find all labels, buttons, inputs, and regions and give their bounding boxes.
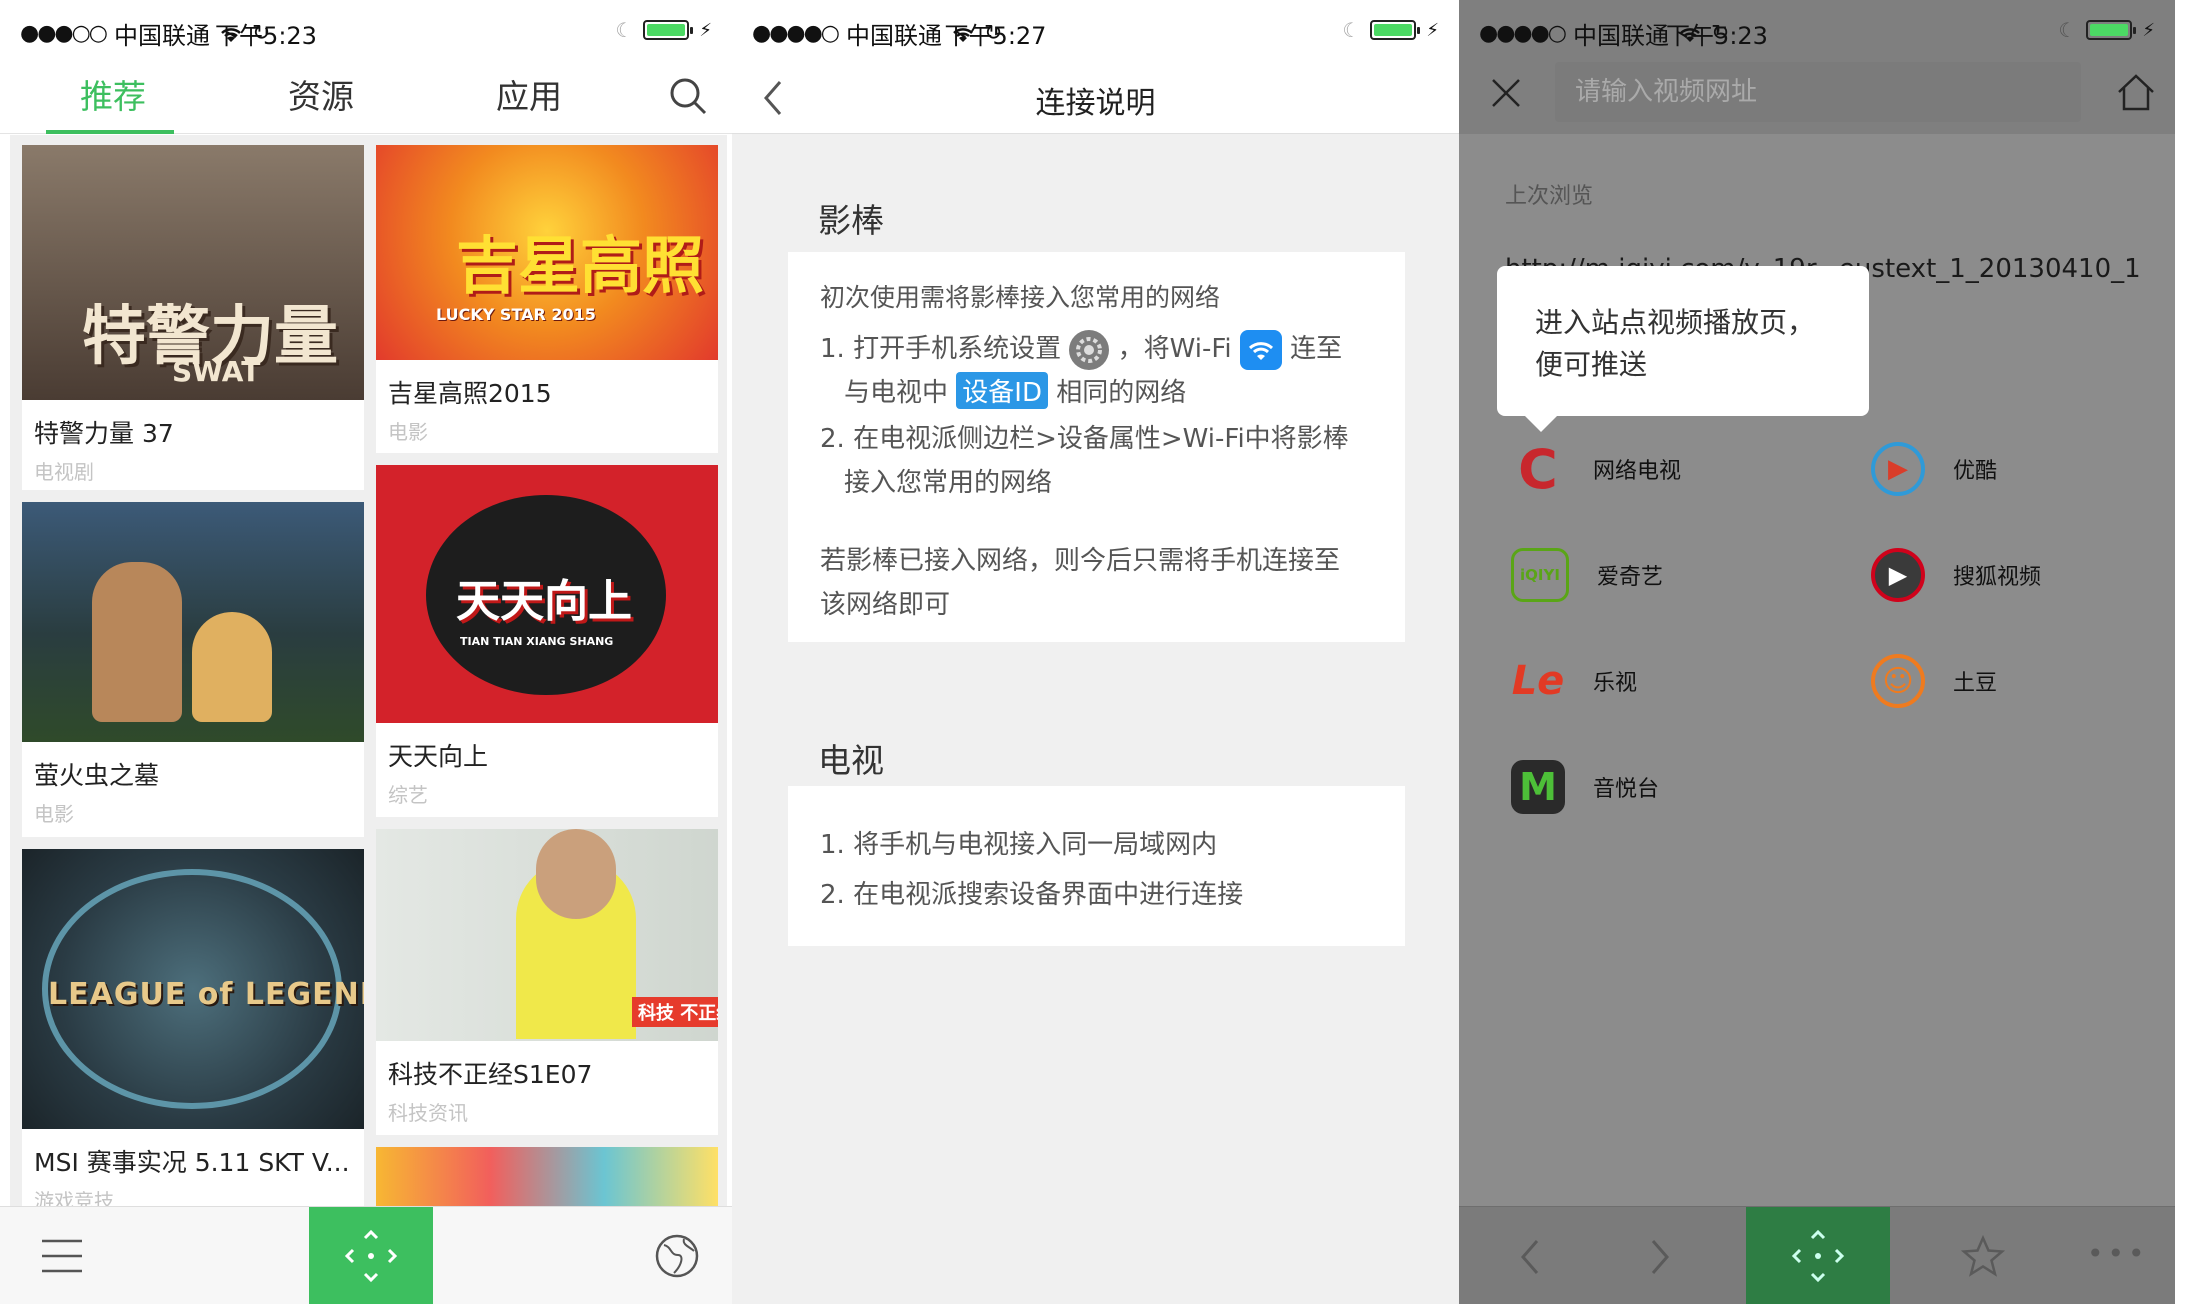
charging-icon: ⚡ bbox=[699, 19, 712, 41]
yinyuetai-icon: M bbox=[1511, 760, 1565, 814]
cntv-icon: C bbox=[1518, 437, 1558, 501]
browser-forward-icon[interactable] bbox=[1649, 1237, 1671, 1277]
video-card[interactable] bbox=[376, 1147, 718, 1207]
more-icon[interactable]: ••• bbox=[2087, 1237, 2149, 1270]
clock: 下午5:23 bbox=[215, 22, 317, 50]
tab-resources[interactable]: 资源 bbox=[288, 70, 354, 126]
video-card[interactable]: 吉星高照 LUCKY STAR 2015 吉星高照2015 电影 bbox=[376, 145, 718, 453]
page-title: 连接说明 bbox=[1035, 86, 1156, 121]
browser-toolbar: ••• bbox=[1459, 1206, 2175, 1304]
video-thumbnail: 天天向上 TIAN TIAN XIANG SHANG bbox=[376, 465, 718, 723]
youku-icon: ▶ bbox=[1871, 442, 1925, 496]
video-category: 电影 bbox=[388, 420, 428, 444]
app-screens: ●●●○○ 中国联通 ↻ 下午5:23 ☾ ⚡ 推荐 资源 应用 特警力量 SW… bbox=[0, 0, 2187, 1304]
video-title: 萤火虫之墓 bbox=[34, 761, 160, 790]
bottom-toolbar bbox=[0, 1206, 732, 1304]
site-iqiyi[interactable]: iQIYI 爱奇艺 bbox=[1511, 548, 1663, 602]
wifi-settings-icon bbox=[1239, 329, 1282, 370]
video-category: 科技资讯 bbox=[388, 1101, 468, 1125]
section-title-stick: 影棒 bbox=[818, 201, 884, 240]
moon-icon: ☾ bbox=[615, 18, 634, 42]
video-card[interactable]: 萤火虫之墓 电影 bbox=[22, 502, 364, 837]
charging-icon: ⚡ bbox=[2142, 19, 2155, 41]
site-youku[interactable]: ▶ 优酷 bbox=[1871, 442, 1997, 496]
clock: 下午5:23 bbox=[1666, 22, 1768, 50]
close-icon[interactable] bbox=[1489, 76, 1523, 110]
star-icon[interactable] bbox=[1961, 1235, 2005, 1277]
search-icon[interactable] bbox=[666, 74, 710, 118]
video-thumbnail: 科技 不正经 bbox=[376, 829, 718, 1041]
letv-icon: Le bbox=[1511, 658, 1565, 704]
site-yinyuetai[interactable]: M 音悦台 bbox=[1511, 760, 1659, 814]
video-thumbnail bbox=[22, 502, 364, 742]
status-bar: ●●●○○ 中国联通 ↻ 下午5:23 ☾ ⚡ bbox=[0, 0, 732, 62]
connection-guide-screen: ●●●●○ 中国联通 ↻ 下午5:27 ☾ ⚡ 连接说明 影棒 初次使用需将影棒… bbox=[732, 0, 1459, 1304]
sohu-icon: ▶ bbox=[1871, 548, 1925, 602]
globe-icon[interactable] bbox=[654, 1233, 700, 1279]
tab-apps[interactable]: 应用 bbox=[496, 70, 562, 126]
site-tudou[interactable]: ☺ 土豆 bbox=[1871, 654, 1997, 708]
status-bar: ●●●●○ 中国联通 ↻ 下午5:27 ☾ ⚡ bbox=[732, 0, 1459, 62]
iqiyi-icon: iQIYI bbox=[1511, 548, 1569, 602]
device-id-badge: 设备ID bbox=[956, 372, 1048, 409]
dpad-icon bbox=[344, 1229, 398, 1283]
dpad-icon bbox=[1791, 1229, 1845, 1283]
video-title: 吉星高照2015 bbox=[388, 379, 552, 408]
video-thumbnail: 特警力量 SWAT bbox=[22, 145, 364, 400]
video-category: 电视剧 bbox=[34, 460, 94, 484]
video-category: 综艺 bbox=[388, 783, 428, 807]
browser-screen: ●●●●○ 中国联通 ↻ 下午5:23 ☾ ⚡ 上次浏览 http://m.iq… bbox=[1459, 0, 2175, 1304]
video-title: 科技不正经S1E07 bbox=[388, 1060, 593, 1089]
video-title: MSI 赛事实况 5.11 SKT V... bbox=[34, 1148, 350, 1177]
browser-back-icon[interactable] bbox=[1519, 1237, 1541, 1277]
video-title: 天天向上 bbox=[388, 742, 489, 771]
tab-recommend[interactable]: 推荐 bbox=[80, 70, 146, 126]
nav-bar: 连接说明 bbox=[732, 62, 1459, 134]
status-bar: ●●●●○ 中国联通 ↻ 下午5:23 ☾ ⚡ bbox=[1459, 0, 2175, 62]
push-hint-tooltip: 进入站点视频播放页，便可推送 bbox=[1497, 266, 1869, 432]
tv-instructions: 1. 将手机与电视接入同一局域网内 2. 在电视派搜索设备界面中进行连接 bbox=[788, 786, 1405, 946]
battery-icon bbox=[2086, 20, 2137, 40]
active-tab-indicator bbox=[46, 130, 174, 134]
site-letv[interactable]: Le 乐视 bbox=[1511, 654, 1637, 708]
remote-control-button[interactable] bbox=[309, 1207, 433, 1304]
section-title-tv: 电视 bbox=[818, 741, 884, 780]
top-tabs: 推荐 资源 应用 bbox=[0, 62, 732, 134]
content-grid: 特警力量 SWAT 特警力量 37 电视剧 萤火虫之墓 电影 LEAGUE of… bbox=[10, 135, 727, 1207]
stick-instructions: 初次使用需将影棒接入您常用的网络 1. 打开手机系统设置 ，将Wi-Fi 连至 … bbox=[788, 252, 1405, 642]
video-category: 电影 bbox=[34, 802, 74, 826]
video-thumbnail: LEAGUE of LEGENDS bbox=[22, 849, 364, 1129]
video-thumbnail: 吉星高照 LUCKY STAR 2015 bbox=[376, 145, 718, 360]
video-card[interactable]: 科技 不正经 科技不正经S1E07 科技资讯 bbox=[376, 829, 718, 1135]
video-card[interactable]: 天天向上 TIAN TIAN XIANG SHANG 天天向上 综艺 bbox=[376, 465, 718, 817]
video-card[interactable]: LEAGUE of LEGENDS MSI 赛事实况 5.11 SKT V...… bbox=[22, 849, 364, 1207]
moon-icon: ☾ bbox=[2058, 18, 2077, 42]
url-input[interactable] bbox=[1555, 62, 2081, 122]
battery-icon bbox=[643, 20, 694, 40]
settings-gear-icon bbox=[1069, 329, 1110, 370]
clock: 下午5:27 bbox=[944, 22, 1047, 50]
moon-icon: ☾ bbox=[1342, 18, 1361, 42]
video-category: 游戏竞技 bbox=[34, 1189, 114, 1207]
site-cntv[interactable]: C 网络电视 bbox=[1511, 437, 1681, 501]
charging-icon: ⚡ bbox=[1426, 19, 1439, 41]
menu-icon[interactable] bbox=[40, 1237, 84, 1275]
site-sohu[interactable]: ▶ 搜狐视频 bbox=[1871, 548, 2041, 602]
remote-control-button[interactable] bbox=[1746, 1207, 1890, 1304]
tudou-icon: ☺ bbox=[1871, 654, 1925, 708]
video-title: 特警力量 37 bbox=[34, 419, 174, 448]
recent-label: 上次浏览 bbox=[1505, 184, 1594, 209]
video-card[interactable]: 特警力量 SWAT 特警力量 37 电视剧 bbox=[22, 145, 364, 490]
home-icon[interactable] bbox=[2115, 72, 2157, 112]
home-screen: ●●●○○ 中国联通 ↻ 下午5:23 ☾ ⚡ 推荐 资源 应用 特警力量 SW… bbox=[0, 0, 732, 1304]
battery-icon bbox=[1370, 20, 1421, 40]
browser-nav-bar bbox=[1459, 62, 2175, 134]
